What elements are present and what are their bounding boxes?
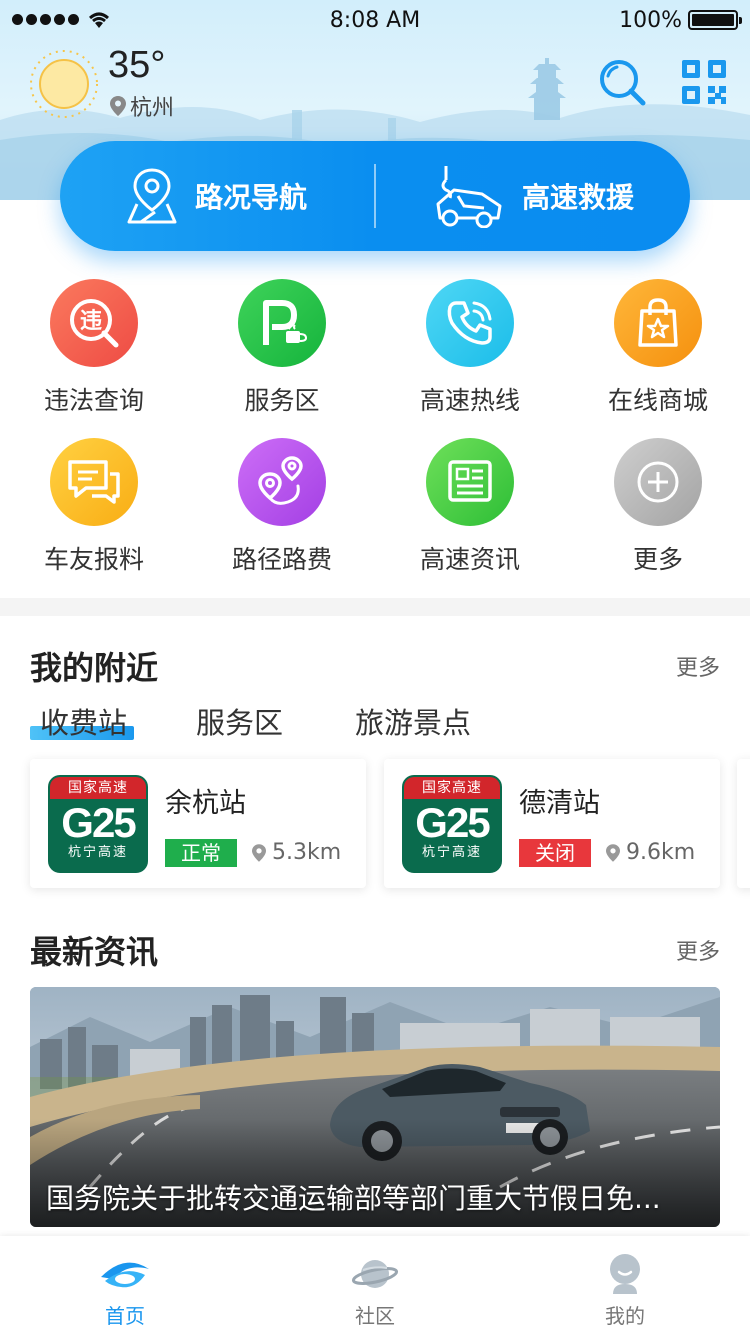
tab-community[interactable]: 社区 bbox=[250, 1236, 500, 1334]
grid-label: 在线商城 bbox=[607, 386, 708, 415]
nearby-section-title: 我的附近 bbox=[30, 649, 159, 687]
location-pin-icon bbox=[252, 844, 266, 862]
distance: 9.6km bbox=[606, 839, 695, 867]
traffic-navigation-button[interactable]: 路况导航 bbox=[60, 141, 374, 251]
grid-label: 路径路费 bbox=[231, 545, 332, 574]
highway-sign-icon: 国家高速 G25 杭宁高速 bbox=[402, 775, 502, 873]
news-icon bbox=[426, 438, 514, 526]
city-name: 杭州 bbox=[130, 96, 175, 121]
battery-icon bbox=[688, 10, 742, 30]
nearby-more-link[interactable]: 更多 bbox=[676, 650, 720, 682]
planet-icon bbox=[349, 1254, 401, 1294]
plate-sub-text: 杭宁高速 bbox=[67, 845, 128, 860]
tab-home[interactable]: 首页 bbox=[0, 1236, 250, 1334]
grid-label: 车友报料 bbox=[43, 545, 144, 574]
user-icon bbox=[599, 1254, 651, 1294]
primary-action-bar: 路况导航 高速救援 bbox=[60, 141, 690, 251]
news-headline: 国务院关于批转交通运输部等部门重大节假日免... bbox=[46, 1182, 661, 1215]
station-name: 德清站 bbox=[519, 788, 600, 819]
grid-label: 服务区 bbox=[244, 386, 320, 415]
tab-scenic-spots[interactable]: 旅游景点 bbox=[355, 700, 471, 742]
bottom-tab-bar: 首页 社区 我的 bbox=[0, 1236, 750, 1334]
grid-item-route-toll[interactable]: 路径路费 bbox=[188, 438, 376, 576]
highway-rescue-label: 高速救援 bbox=[521, 181, 634, 214]
grid-item-violation-query[interactable]: 违 违法查询 bbox=[0, 279, 188, 417]
home-wave-icon bbox=[99, 1254, 151, 1294]
tab-toll-station[interactable]: 收费站 bbox=[40, 700, 127, 742]
grid-item-online-mall[interactable]: 在线商城 bbox=[564, 279, 750, 417]
plate-code: G25 bbox=[61, 799, 136, 846]
temperature: 35° bbox=[108, 44, 166, 86]
grid-label: 违法查询 bbox=[43, 386, 144, 415]
distance-value: 9.6km bbox=[626, 840, 696, 865]
tab-service-area[interactable]: 服务区 bbox=[196, 700, 283, 742]
parking-coffee-icon bbox=[238, 279, 326, 367]
news-more-link[interactable]: 更多 bbox=[676, 934, 720, 966]
news-section-title: 最新资讯 bbox=[30, 933, 159, 971]
plate-code: G25 bbox=[415, 799, 490, 846]
grid-item-service-area[interactable]: 服务区 bbox=[188, 279, 376, 417]
search-icon[interactable] bbox=[598, 58, 646, 106]
route-icon bbox=[238, 438, 326, 526]
qr-code-icon[interactable] bbox=[682, 60, 726, 104]
grid-label: 更多 bbox=[632, 545, 683, 574]
grid-item-user-report[interactable]: 车友报料 bbox=[0, 438, 188, 576]
news-banner[interactable]: 国务院关于批转交通运输部等部门重大节假日免... bbox=[30, 987, 720, 1227]
highway-sign-icon: 国家高速 G25 杭宁高速 bbox=[48, 775, 148, 873]
grid-item-highway-news[interactable]: 高速资讯 bbox=[376, 438, 564, 576]
grid-item-highway-hotline[interactable]: 高速热线 bbox=[376, 279, 564, 417]
tab-profile-label: 我的 bbox=[605, 1304, 645, 1328]
phone-icon bbox=[426, 279, 514, 367]
nearby-card-peek[interactable] bbox=[737, 759, 750, 888]
tow-truck-icon bbox=[436, 166, 502, 228]
status-badge: 关闭 bbox=[519, 839, 591, 867]
tab-community-label: 社区 bbox=[355, 1304, 395, 1328]
location-pin-icon bbox=[606, 844, 620, 862]
status-badge: 正常 bbox=[165, 839, 237, 867]
station-name: 余杭站 bbox=[165, 788, 246, 819]
svg-text:违: 违 bbox=[80, 308, 102, 334]
grid-label: 高速资讯 bbox=[419, 545, 520, 574]
violation-search-icon: 违 bbox=[50, 279, 138, 367]
section-divider bbox=[0, 598, 750, 616]
map-pin-icon bbox=[127, 168, 177, 224]
grid-label: 高速热线 bbox=[419, 386, 520, 415]
plate-top-text: 国家高速 bbox=[404, 777, 500, 799]
plate-top-text: 国家高速 bbox=[50, 777, 146, 799]
plus-circle-icon bbox=[614, 438, 702, 526]
plate-sub-text: 杭宁高速 bbox=[421, 845, 482, 860]
chat-icon bbox=[50, 438, 138, 526]
nearby-card[interactable]: 国家高速 G25 杭宁高速 余杭站 正常 5.3km bbox=[30, 759, 366, 888]
traffic-navigation-label: 路况导航 bbox=[194, 181, 307, 214]
battery-percent: 100% bbox=[619, 8, 682, 33]
highway-rescue-button[interactable]: 高速救援 bbox=[376, 141, 690, 251]
distance-value: 5.3km bbox=[272, 840, 342, 865]
sun-icon bbox=[30, 50, 98, 118]
tab-profile[interactable]: 我的 bbox=[500, 1236, 750, 1334]
tab-home-label: 首页 bbox=[105, 1304, 145, 1328]
nearby-card[interactable]: 国家高速 G25 杭宁高速 德清站 关闭 9.6km bbox=[384, 759, 720, 888]
location-pin-icon bbox=[110, 96, 126, 116]
location-city[interactable]: 杭州 bbox=[110, 90, 174, 122]
shopping-bag-icon bbox=[614, 279, 702, 367]
nearby-tabs: 收费站 服务区 旅游景点 bbox=[0, 700, 750, 744]
grid-item-more[interactable]: 更多 bbox=[564, 438, 750, 576]
distance: 5.3km bbox=[252, 839, 341, 867]
status-bar: 8:08 AM 100% bbox=[0, 0, 750, 40]
